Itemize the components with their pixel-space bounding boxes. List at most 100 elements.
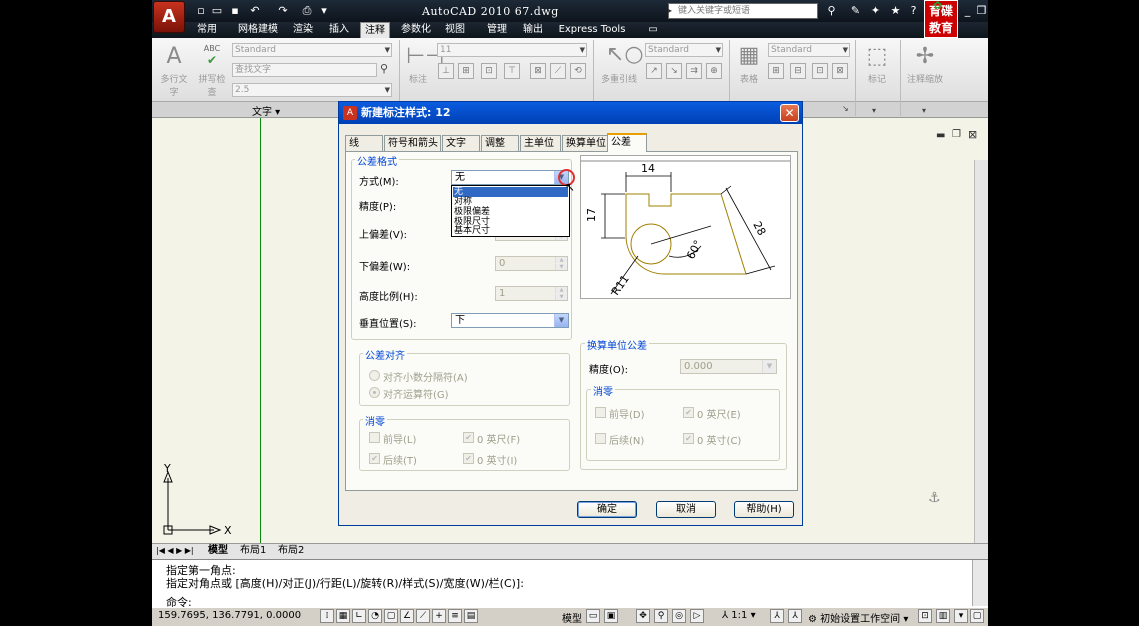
trailing-checkbox[interactable]: ✔ <box>369 453 380 464</box>
lineweight-icon[interactable]: ≡ <box>448 609 462 623</box>
application-menu-button[interactable]: A <box>153 1 185 33</box>
open-file-icon[interactable]: ▭ <box>210 4 224 17</box>
quick-view-layouts-icon[interactable]: ▭ <box>586 609 600 623</box>
spin-up-icon[interactable]: ▲ <box>555 257 567 263</box>
layout-nav-icons[interactable]: |◀ ◀ ▶ ▶| <box>156 544 194 558</box>
table-icon[interactable]: ▦ <box>736 43 762 68</box>
tab-fit[interactable]: 调整 <box>481 135 519 151</box>
dimension-label[interactable]: 标注 <box>404 72 432 85</box>
table-link-icon[interactable]: ⊞ <box>768 63 784 79</box>
multiline-text-icon[interactable]: A <box>162 44 186 70</box>
drawing-restore-icon[interactable]: ❐ <box>952 129 961 140</box>
table-upload-icon[interactable]: ⊠ <box>832 63 848 79</box>
scale-panel-dropdown-icon[interactable]: ▾ <box>922 106 926 115</box>
tab-lines[interactable]: 线 <box>345 135 383 151</box>
navigation-wheel-icon[interactable]: ⚓ <box>928 490 941 506</box>
help-icon[interactable]: ? <box>906 4 921 18</box>
ribbon-tab-parametric[interactable]: 参数化 <box>398 22 434 38</box>
markup-panel-dropdown-icon[interactable]: ▾ <box>872 106 876 115</box>
tab-tolerances[interactable]: 公差 <box>607 133 647 152</box>
drawing-close-icon[interactable]: ⊠ <box>968 128 977 141</box>
auto-scale-icon[interactable]: ⅄ <box>788 609 802 623</box>
ribbon-tab-render[interactable]: 渲染 <box>290 22 316 38</box>
table-extract-icon[interactable]: ⊟ <box>790 63 806 79</box>
drawing-minimize-icon[interactable]: ▬ <box>936 130 945 141</box>
dim-break-icon[interactable]: ⊞ <box>458 63 474 79</box>
workspace-switcher[interactable]: ⚙ 初始设置工作空间 ▾ <box>808 610 908 625</box>
panel-launcher-icon[interactable]: ↘ <box>842 104 849 113</box>
spin-down-icon[interactable]: ▼ <box>555 264 567 270</box>
dim-update-icon[interactable]: ⟲ <box>570 63 586 79</box>
layout-tab-layout1[interactable]: 布局1 <box>240 544 266 558</box>
table-label[interactable]: 表格 <box>734 72 764 85</box>
dim-space-icon[interactable]: ⊡ <box>481 63 497 79</box>
subscription-center-icon[interactable]: ✎ <box>848 4 863 18</box>
table-download-icon[interactable]: ⊡ <box>812 63 828 79</box>
minimize-icon[interactable]: _ <box>960 4 975 18</box>
dynamic-ucs-icon[interactable]: ⟋ <box>416 609 430 623</box>
drawing-scrollbar[interactable] <box>974 160 988 543</box>
snap-mode-icon[interactable]: ⁞ <box>320 609 334 623</box>
dimension-icon[interactable]: ⊢⊣ <box>406 44 444 69</box>
quick-view-drawings-icon[interactable]: ▣ <box>604 609 618 623</box>
multileader-label[interactable]: 多重引线 <box>596 72 642 85</box>
layout-tab-model[interactable]: 模型 <box>208 544 228 558</box>
spell-check-icon[interactable]: ABC ✔ <box>200 44 224 68</box>
height-scale-spinner[interactable]: 1 ▲ ▼ <box>495 286 568 301</box>
annotation-visibility-icon[interactable]: ⅄ <box>770 609 784 623</box>
spell-check-label[interactable]: 拼写检查 <box>198 72 226 98</box>
new-file-icon[interactable]: ▫ <box>194 4 208 17</box>
dim-style-combo[interactable]: 11 ▼ <box>437 43 587 57</box>
ribbon-tab-home[interactable]: 常用 <box>194 22 220 38</box>
annotation-scale-label[interactable]: 注释缩放 <box>902 72 948 85</box>
lower-deviation-spinner[interactable]: 0 ▲ ▼ <box>495 256 568 271</box>
alt-trailing-checkbox[interactable] <box>595 433 606 444</box>
text-height-combo[interactable]: 2.5 ▼ <box>232 83 392 97</box>
cancel-button[interactable]: 取消 <box>656 501 716 518</box>
annotation-scale-icon[interactable]: ✢ <box>912 44 938 69</box>
dynamic-input-icon[interactable]: + <box>432 609 446 623</box>
undo-icon[interactable]: ↶ <box>248 4 262 17</box>
zoom-icon[interactable]: ⚲ <box>654 609 668 623</box>
markup-icon[interactable]: ⬚ <box>864 44 890 69</box>
save-icon[interactable]: ▪ <box>228 4 242 17</box>
collect-leader-icon[interactable]: ⊕ <box>706 63 722 79</box>
help-search-input[interactable]: 键入关键字或短语 <box>668 3 818 19</box>
search-expand-icon[interactable]: ▸ <box>668 6 674 15</box>
markup-label[interactable]: 标记 <box>862 72 892 85</box>
restore-icon[interactable]: ❐ <box>974 4 988 18</box>
alt-leading-checkbox[interactable] <box>595 407 606 418</box>
alt-zero-feet-checkbox[interactable]: ✔ <box>683 407 694 418</box>
hardware-acceleration-icon[interactable]: ▥ <box>936 609 950 623</box>
redo-icon[interactable]: ↷ <box>276 4 290 17</box>
method-select[interactable]: 无 ▼ <box>451 170 569 185</box>
clean-screen-icon[interactable]: ▢ <box>970 609 984 623</box>
help-button[interactable]: 帮助(H) <box>734 501 794 518</box>
ortho-mode-icon[interactable]: ∟ <box>352 609 366 623</box>
find-text-input[interactable]: 查找文字 <box>232 63 377 77</box>
dialog-close-button[interactable]: ✕ <box>780 104 799 122</box>
find-binoculars-icon[interactable]: ⚲ <box>380 62 394 76</box>
status-menu-icon[interactable]: ▾ <box>954 609 968 623</box>
align-leader-icon[interactable]: ⇉ <box>686 63 702 79</box>
favorites-star-icon[interactable]: ★ <box>888 4 903 18</box>
align-operator-radio[interactable] <box>369 387 380 398</box>
lock-icon[interactable]: ⊡ <box>918 609 932 623</box>
method-option[interactable]: 极限偏差 <box>453 207 568 217</box>
spin-down-icon[interactable]: ▼ <box>555 294 567 300</box>
object-snap-icon[interactable]: ▢ <box>384 609 398 623</box>
tab-symbols-arrows[interactable]: 符号和箭头 <box>384 135 441 151</box>
method-option[interactable]: 无 <box>453 187 568 197</box>
dim-continue-icon[interactable]: ⊥ <box>438 63 454 79</box>
steering-wheel-icon[interactable]: ◎ <box>672 609 686 623</box>
print-icon[interactable]: ⎙ <box>300 4 314 17</box>
method-option[interactable]: 对称 <box>453 197 568 207</box>
text-panel-title[interactable]: 文字 ▾ <box>252 103 280 118</box>
mleader-style-combo[interactable]: Standard ▼ <box>645 43 723 57</box>
add-leader-icon[interactable]: ↗ <box>646 63 662 79</box>
showmotion-icon[interactable]: ▷ <box>690 609 704 623</box>
ribbon-tab-mesh[interactable]: 网格建模 <box>234 22 282 38</box>
annotation-scale[interactable]: ⅄ 1:1 ▾ <box>722 610 756 621</box>
method-option[interactable]: 基本尺寸 <box>453 226 568 236</box>
object-snap-tracking-icon[interactable]: ∠ <box>400 609 414 623</box>
